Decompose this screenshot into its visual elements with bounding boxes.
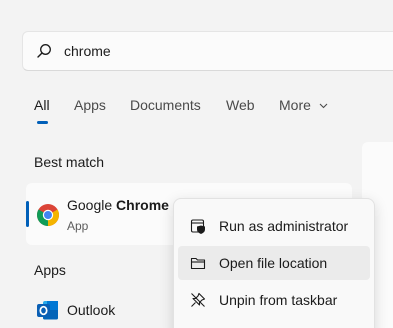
menu-item-label: Run as administrator — [219, 218, 349, 234]
app-name-match: Chrome — [116, 197, 169, 213]
context-menu: Run as administrator Open file location … — [173, 198, 375, 328]
chevron-down-icon — [319, 103, 328, 109]
app-item-outlook[interactable]: Outlook — [67, 302, 115, 318]
outlook-icon[interactable] — [36, 298, 60, 322]
chrome-icon — [37, 204, 59, 226]
search-box[interactable]: chrome — [22, 31, 393, 71]
tab-more[interactable]: More — [279, 97, 328, 113]
tab-all[interactable]: All — [34, 97, 50, 113]
tab-web[interactable]: Web — [226, 97, 255, 113]
app-name-prefix: Google — [67, 197, 117, 213]
active-tab-indicator — [37, 121, 48, 124]
shield-icon — [190, 219, 205, 234]
menu-item-run-as-administrator[interactable]: Run as administrator — [178, 209, 370, 243]
menu-item-label: Unpin from taskbar — [219, 292, 338, 308]
tab-apps[interactable]: Apps — [74, 97, 106, 113]
start-search-window: chrome All Apps Documents Web More Best … — [0, 0, 393, 328]
tab-more-label: More — [279, 97, 311, 113]
unpin-icon — [191, 292, 206, 307]
menu-item-open-file-location[interactable]: Open file location — [178, 246, 370, 280]
apps-heading: Apps — [34, 262, 66, 278]
search-input[interactable]: chrome — [64, 43, 111, 59]
best-match-app-name: Google Chrome — [67, 197, 169, 213]
best-match-app-type: App — [67, 219, 89, 233]
folder-icon — [190, 257, 206, 270]
tab-documents[interactable]: Documents — [130, 97, 201, 113]
search-icon — [37, 44, 51, 58]
selection-indicator — [26, 201, 29, 227]
best-match-heading: Best match — [34, 154, 105, 170]
menu-item-label: Open file location — [219, 255, 328, 271]
menu-item-unpin-from-taskbar[interactable]: Unpin from taskbar — [178, 283, 370, 317]
